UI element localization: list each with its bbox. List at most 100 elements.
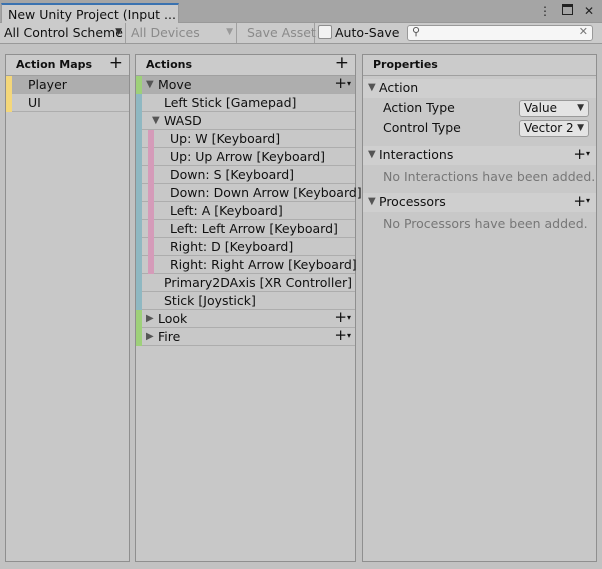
composite-part-item[interactable]: Down: S [Keyboard] (136, 166, 355, 184)
interactions-section[interactable]: ▼ Interactions +▾ (363, 145, 596, 165)
action-item[interactable]: ▶ +▾ Look (136, 309, 355, 328)
add-binding-icon[interactable]: +▾ (334, 327, 351, 344)
action-maps-title: Action Maps (16, 58, 93, 71)
actions-title: Actions (146, 58, 192, 71)
window-tab[interactable]: New Unity Project (Input ... (1, 3, 179, 24)
maximize-icon[interactable] (560, 3, 574, 19)
devices-dropdown[interactable]: All Devices ▼ (127, 23, 237, 43)
properties-title: Properties (373, 58, 438, 71)
tree-item-label: Right: Right Arrow [Keyboard] (170, 257, 357, 272)
control-type-dropdown[interactable]: Vector 2 ▼ (519, 120, 589, 137)
save-asset-label: Save Asset (247, 25, 316, 40)
composite-part-item[interactable]: Right: D [Keyboard] (136, 238, 355, 256)
color-stripe (136, 130, 142, 148)
add-binding-icon[interactable]: +▾ (334, 309, 351, 326)
color-stripe (136, 256, 142, 274)
binding-item[interactable]: Stick [Joystick] (136, 292, 355, 310)
control-scheme-dropdown[interactable]: All Control Scheme ▼ (0, 23, 126, 43)
tree-item-label: Down: Down Arrow [Keyboard] (170, 185, 362, 200)
color-stripe (136, 166, 142, 184)
binding-item[interactable]: Left Stick [Gamepad] (136, 94, 355, 112)
properties-panel: Properties ▼ Action Action Type Value ▼ … (362, 54, 597, 562)
color-stripe (136, 112, 142, 130)
color-stripe (148, 220, 154, 238)
color-stripe (136, 148, 142, 166)
window-tab-title: New Unity Project (Input ... (8, 7, 176, 22)
clear-search-icon[interactable]: ✕ (579, 25, 588, 38)
search-field: ⚲ ✕ (407, 25, 593, 41)
tree-item-label: Look (158, 311, 188, 326)
auto-save-checkbox[interactable] (318, 25, 332, 39)
color-stripe (136, 292, 142, 310)
color-stripe (148, 202, 154, 220)
tree-item-label: Stick [Joystick] (164, 293, 256, 308)
color-stripe (136, 184, 142, 202)
control-scheme-value: All Control Scheme (4, 25, 123, 40)
add-interaction-icon[interactable]: +▾ (573, 145, 590, 163)
action-map-label: Player (28, 77, 67, 92)
search-icon: ⚲ (412, 25, 421, 38)
color-stripe (136, 94, 142, 112)
composite-part-item[interactable]: Up: W [Keyboard] (136, 130, 355, 148)
color-stripe (148, 148, 154, 166)
color-stripe (6, 94, 12, 112)
tree-item-label: Left: Left Arrow [Keyboard] (170, 221, 338, 236)
composite-part-item[interactable]: Up: Up Arrow [Keyboard] (136, 148, 355, 166)
action-section[interactable]: ▼ Action (363, 79, 596, 98)
composite-part-item[interactable]: Left: A [Keyboard] (136, 202, 355, 220)
action-type-value: Value (524, 101, 557, 115)
expanded-triangle-icon[interactable]: ▼ (146, 76, 154, 93)
action-type-label: Action Type (383, 100, 455, 115)
color-stripe (136, 274, 142, 292)
action-item[interactable]: ▼ +▾ Move (136, 75, 355, 94)
control-type-value: Vector 2 (524, 121, 574, 135)
processors-section[interactable]: ▼ Processors +▾ (363, 192, 596, 212)
window-tab-bar: New Unity Project (Input ... ⋮ ✕ (0, 0, 602, 24)
composite-part-item[interactable]: Left: Left Arrow [Keyboard] (136, 220, 355, 238)
composite-part-item[interactable]: Down: Down Arrow [Keyboard] (136, 184, 362, 202)
action-map-item[interactable]: UI (6, 94, 129, 112)
tree-item-label: WASD (164, 113, 202, 128)
color-stripe (136, 220, 142, 238)
window-controls: ⋮ ✕ (538, 3, 596, 19)
expanded-triangle-icon: ▼ (368, 82, 376, 93)
expanded-triangle-icon[interactable]: ▼ (152, 112, 160, 129)
collapsed-triangle-icon[interactable]: ▶ (146, 328, 154, 345)
add-binding-icon[interactable]: +▾ (334, 75, 351, 92)
add-action-icon[interactable]: + (335, 53, 349, 73)
composite-part-item[interactable]: Right: Right Arrow [Keyboard] (136, 256, 357, 274)
action-map-item[interactable]: Player (6, 76, 129, 94)
color-stripe (148, 256, 154, 274)
color-stripe (136, 202, 142, 220)
color-stripe (6, 76, 12, 94)
chevron-down-icon: ▼ (577, 103, 584, 113)
save-asset-button[interactable]: Save Asset (242, 23, 316, 43)
close-icon[interactable]: ✕ (582, 3, 596, 19)
devices-value: All Devices (131, 25, 200, 40)
collapsed-triangle-icon[interactable]: ▶ (146, 310, 154, 327)
color-stripe (136, 238, 142, 256)
add-action-map-icon[interactable]: + (109, 53, 123, 73)
composite-binding-item[interactable]: ▼ WASD (136, 112, 355, 130)
color-stripe (136, 328, 142, 346)
tree-item-label: Fire (158, 329, 181, 344)
action-item[interactable]: ▶ +▾ Fire (136, 327, 355, 346)
control-type-row: Control Type Vector 2 ▼ (363, 118, 596, 138)
chevron-down-icon: ▼ (226, 27, 233, 37)
add-processor-icon[interactable]: +▾ (573, 192, 590, 210)
tree-item-label: Move (158, 77, 192, 92)
binding-item[interactable]: Primary2DAxis [XR Controller] (136, 274, 355, 292)
chevron-down-icon: ▼ (577, 123, 584, 133)
action-type-dropdown[interactable]: Value ▼ (519, 100, 589, 117)
kebab-menu-icon[interactable]: ⋮ (538, 3, 552, 19)
search-input[interactable] (424, 26, 574, 40)
tree-item-label: Primary2DAxis [XR Controller] (164, 275, 353, 290)
auto-save-label: Auto-Save (335, 25, 400, 40)
properties-header: Properties (363, 55, 596, 76)
actions-panel: Actions + ▼ +▾ Move Left Stick [Gamepad] ▼ WA… (135, 53, 362, 562)
action-maps-list: Player UI (6, 76, 129, 112)
expanded-triangle-icon: ▼ (368, 196, 376, 207)
chevron-down-icon: ▼ (115, 27, 122, 37)
tree-item-label: Up: Up Arrow [Keyboard] (170, 149, 326, 164)
color-stripe (148, 166, 154, 184)
